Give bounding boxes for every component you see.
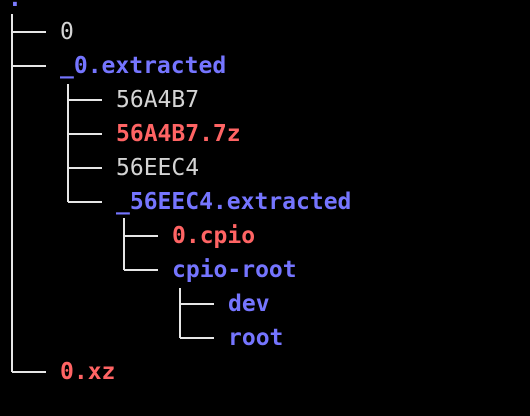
tree-item-56a4b7-7z: 56A4B7.7z xyxy=(116,121,241,147)
tree-item-0-cpio: 0.cpio xyxy=(172,223,256,249)
tree-item-56a4b7: 56A4B7 xyxy=(116,87,200,113)
tree-item-cpio-root: cpio-root xyxy=(172,257,297,283)
tree-item-0-xz: 0.xz xyxy=(60,359,116,385)
tree-item-0-extracted: _0.extracted xyxy=(60,53,227,79)
tree-item-56eec4: 56EEC4 xyxy=(116,155,200,181)
tree-item-56eec4-extracted: _56EEC4.extracted xyxy=(116,189,352,215)
tree-item-dev: dev xyxy=(228,291,270,317)
terminal-window: . 0 _0.extracted 56A4B7 56A4B7.7z 56EEC4… xyxy=(0,0,530,416)
tree-item-root: root xyxy=(228,325,284,351)
tree-item-0: 0 xyxy=(60,19,74,45)
tree-root: . xyxy=(8,0,22,14)
